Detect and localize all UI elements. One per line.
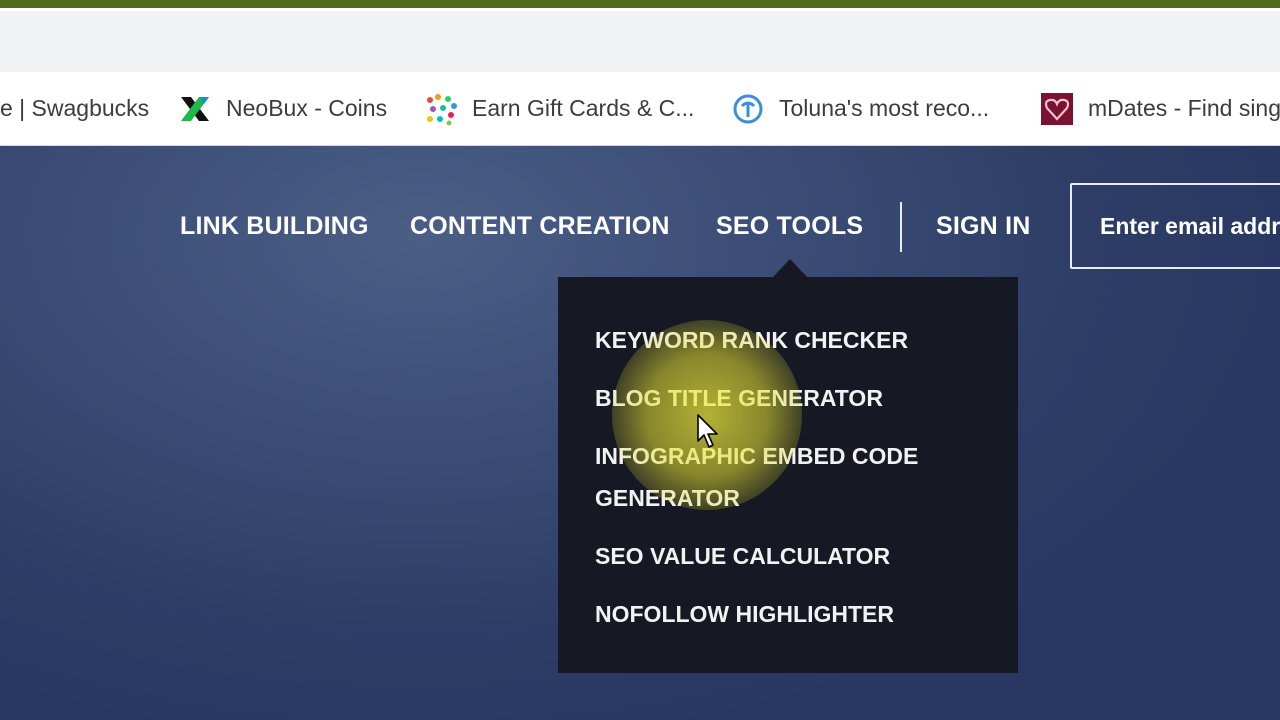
nav-sign-in[interactable]: SIGN IN <box>936 212 1030 241</box>
browser-top-accent-bar <box>0 0 1280 8</box>
bookmark-toluna[interactable]: Toluna's most reco... <box>731 72 989 145</box>
bookmark-label: Toluna's most reco... <box>779 95 990 121</box>
bookmark-neobux[interactable]: NeoBux - Coins <box>178 72 387 145</box>
heart-icon <box>1041 92 1073 125</box>
menu-item-infographic-embed-code-generator[interactable]: INFOGRAPHIC EMBED CODE GENERATOR <box>595 435 965 519</box>
browser-address-bar-area[interactable] <box>0 8 1280 72</box>
bookmark-earn-gift-cards[interactable]: Earn Gift Cards & C... <box>424 72 694 145</box>
menu-item-seo-value-calculator[interactable]: SEO VALUE CALCULATOR <box>595 535 965 577</box>
seo-tools-dropdown-menu: KEYWORD RANK CHECKER BLOG TITLE GENERATO… <box>558 277 1018 673</box>
bookmark-label: e | Swagbucks <box>0 95 150 121</box>
bookmarks-bar: e | Swagbucks NeoBux - Coins Earn Gift C… <box>0 72 1280 146</box>
bookmark-label: Earn Gift Cards & C... <box>472 95 695 121</box>
dropdown-pointer-arrow <box>773 259 807 277</box>
neobux-x-icon <box>181 96 209 121</box>
email-input[interactable] <box>1070 183 1280 269</box>
nav-divider <box>900 202 902 252</box>
menu-item-keyword-rank-checker[interactable]: KEYWORD RANK CHECKER <box>595 319 965 361</box>
nav-seo-tools[interactable]: SEO TOOLS <box>716 212 863 241</box>
bookmark-mdates[interactable]: mDates - Find sing <box>1040 72 1280 145</box>
bookmark-label: NeoBux - Coins <box>226 95 388 121</box>
site-header-hero: LINK BUILDING CONTENT CREATION SEO TOOLS… <box>0 146 1280 720</box>
toluna-icon <box>733 94 763 123</box>
bookmark-swagbucks[interactable]: e | Swagbucks <box>0 72 149 145</box>
menu-item-blog-title-generator[interactable]: BLOG TITLE GENERATOR <box>595 377 965 419</box>
colorful-dots-icon <box>427 93 457 125</box>
nav-content-creation[interactable]: CONTENT CREATION <box>410 212 670 241</box>
bookmark-label: mDates - Find sing <box>1088 95 1280 121</box>
menu-item-nofollow-highlighter[interactable]: NOFOLLOW HIGHLIGHTER <box>595 593 965 635</box>
nav-link-building[interactable]: LINK BUILDING <box>180 212 369 241</box>
